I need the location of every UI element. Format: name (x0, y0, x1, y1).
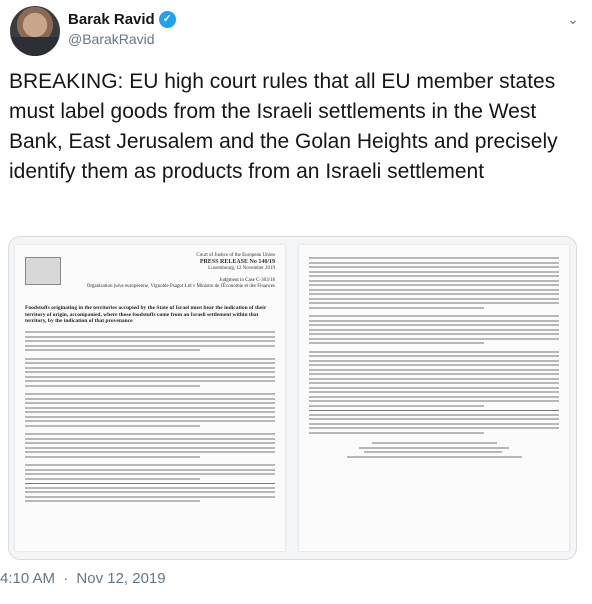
avatar[interactable] (10, 6, 60, 56)
timestamp-separator: · (63, 570, 69, 587)
document-body-right (309, 257, 559, 460)
document-page-left: Court of Justice of the European Union P… (15, 245, 285, 551)
press-release-header: Court of Justice of the European Union P… (87, 253, 275, 290)
press-release-heading: Foodstuffs originating in the territorie… (25, 305, 267, 324)
author-name-row[interactable]: Barak Ravid ✓ (68, 11, 176, 28)
document-page-right (299, 245, 569, 551)
author-handle[interactable]: @BarakRavid (68, 31, 155, 47)
press-release-number: PRESS RELEASE No 140/19 (199, 259, 275, 265)
document-body-left (25, 331, 275, 505)
verified-badge-icon: ✓ (158, 11, 176, 28)
attached-image[interactable]: Court of Justice of the European Union P… (8, 236, 577, 560)
tweet-timestamp-row[interactable]: 4:10 AM · Nov 12, 2019 (0, 570, 170, 587)
tweet-card: Barak Ravid ✓ @BarakRavid ⌄ BREAKING: EU… (0, 0, 592, 604)
court-logo (25, 257, 61, 285)
tweet-date[interactable]: Nov 12, 2019 (76, 570, 165, 587)
author-display-name[interactable]: Barak Ravid (68, 11, 155, 28)
tweet-time[interactable]: 4:10 AM (0, 570, 55, 587)
chevron-down-icon[interactable]: ⌄ (566, 12, 580, 26)
tweet-text: BREAKING: EU high court rules that all E… (9, 70, 558, 183)
release-location-date: Luxembourg, 12 November 2019 (208, 266, 275, 271)
case-parties: Organisation juive européenne, Vignoble … (86, 284, 275, 289)
